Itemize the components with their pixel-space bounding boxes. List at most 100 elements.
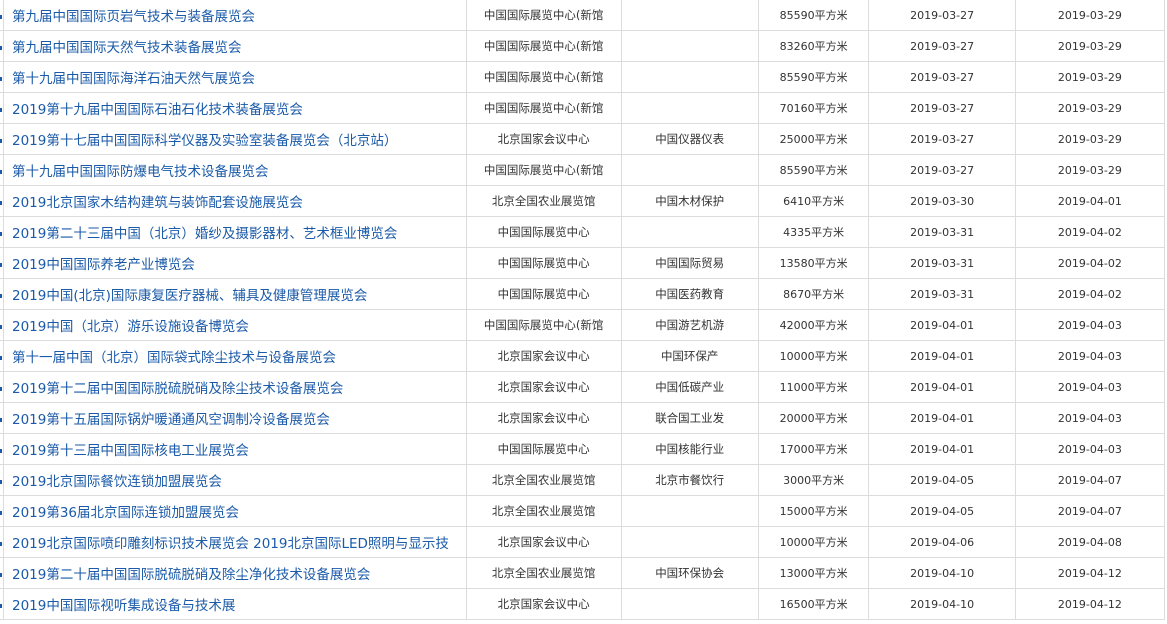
start-date-cell: 2019-04-01 [868,340,1016,372]
area-cell: 42000平方米 [757,309,870,341]
venue-cell: 中国国际展览中心 [465,247,622,279]
table-row: 第十九届中国国际防爆电气技术设备展览会 中国国际展览中心(新馆 85590平方米 20… [0,154,1166,186]
bullet-icon [0,139,3,143]
table-row: 第九届中国国际页岩气技术与装备展览会 中国国际展览中心(新馆 85590平方米 201… [0,0,1166,31]
venue-cell: 北京国家会议中心 [465,340,622,372]
exhibition-name-link[interactable]: 第十一届中国（北京）国际袋式除尘技术与设备展览会 [12,350,336,366]
exhibition-name-link[interactable]: 2019第二十三届中国（北京）婚纱及摄影器材、艺术框业博览会 [12,226,397,242]
bullet-icon [0,573,3,577]
end-date-cell: 2019-04-02 [1014,247,1166,279]
start-date-cell: 2019-03-27 [868,30,1016,62]
exhibition-name-link[interactable]: 2019中国（北京）游乐设施设备博览会 [12,319,249,335]
end-date-cell: 2019-03-29 [1014,154,1166,186]
exhibition-name-link[interactable]: 第九届中国国际天然气技术装备展览会 [12,40,242,56]
end-date-cell: 2019-03-29 [1014,123,1166,155]
organizer-cell [620,526,759,558]
exhibition-name-link[interactable]: 2019北京国际餐饮连锁加盟展览会 [12,474,222,490]
exhibition-name-cell: 2019第十七届中国国际科学仪器及实验室装备展览会（北京站） [2,123,467,155]
start-date-cell: 2019-04-01 [868,371,1016,403]
venue-cell: 中国国际展览中心 [465,278,622,310]
table-row: 2019第十二届中国国际脱硫脱硝及除尘技术设备展览会 北京国家会议中心 中国低碳产业… [0,371,1166,403]
venue-cell: 北京全国农业展览馆 [465,464,622,496]
exhibition-name-link[interactable]: 2019中国(北京)国际康复医疗器械、辅具及健康管理展览会 [12,288,367,304]
area-cell: 70160平方米 [757,92,870,124]
exhibition-table-body: 第九届中国国际页岩气技术与装备展览会 中国国际展览中心(新馆 85590平方米 201… [0,0,1166,620]
end-date-cell: 2019-03-29 [1014,92,1166,124]
organizer-cell: 中国木材保护 [620,185,759,217]
exhibition-name-link[interactable]: 2019第36届北京国际连锁加盟展览会 [12,505,239,521]
end-date-cell: 2019-04-08 [1014,526,1166,558]
start-date-cell: 2019-03-31 [868,247,1016,279]
organizer-cell: 中国环保协会 [620,557,759,589]
start-date-cell: 2019-03-27 [868,0,1016,31]
exhibition-name-cell: 2019第十二届中国国际脱硫脱硝及除尘技术设备展览会 [2,371,467,403]
end-date-cell: 2019-04-07 [1014,495,1166,527]
area-cell: 8670平方米 [757,278,870,310]
exhibition-name-cell: 第十一届中国（北京）国际袋式除尘技术与设备展览会 [2,340,467,372]
organizer-cell: 中国医药教育 [620,278,759,310]
end-date-cell: 2019-04-03 [1014,433,1166,465]
bullet-icon [0,511,3,515]
exhibition-table: 第九届中国国际页岩气技术与装备展览会 中国国际展览中心(新馆 85590平方米 201… [0,0,1166,620]
exhibition-name-link[interactable]: 第九届中国国际页岩气技术与装备展览会 [12,9,255,25]
end-date-cell: 2019-04-12 [1014,557,1166,589]
area-cell: 20000平方米 [757,402,870,434]
bullet-icon [0,77,3,81]
area-cell: 85590平方米 [757,0,870,31]
table-row: 第九届中国国际天然气技术装备展览会 中国国际展览中心(新馆 83260平方米 2019… [0,30,1166,62]
area-cell: 85590平方米 [757,154,870,186]
venue-cell: 中国国际展览中心(新馆 [465,92,622,124]
bullet-icon [0,480,3,484]
area-cell: 4335平方米 [757,216,870,248]
exhibition-name-cell: 第十九届中国国际海洋石油天然气展览会 [2,61,467,93]
organizer-cell [620,0,759,31]
exhibition-name-cell: 2019第十五届国际锅炉暖通通风空调制冷设备展览会 [2,402,467,434]
exhibition-name-cell: 第九届中国国际页岩气技术与装备展览会 [2,0,467,31]
exhibition-name-link[interactable]: 第十九届中国国际防爆电气技术设备展览会 [12,164,269,180]
end-date-cell: 2019-04-01 [1014,185,1166,217]
exhibition-name-link[interactable]: 2019第十二届中国国际脱硫脱硝及除尘技术设备展览会 [12,381,343,397]
table-row: 2019中国(北京)国际康复医疗器械、辅具及健康管理展览会 中国国际展览中心 中国医… [0,278,1166,310]
bullet-icon [0,356,3,360]
start-date-cell: 2019-03-27 [868,92,1016,124]
exhibition-name-link[interactable]: 2019第十九届中国国际石油石化技术装备展览会 [12,102,303,118]
exhibition-name-link[interactable]: 2019第十五届国际锅炉暖通通风空调制冷设备展览会 [12,412,330,428]
start-date-cell: 2019-04-01 [868,402,1016,434]
exhibition-name-cell: 2019第十九届中国国际石油石化技术装备展览会 [2,92,467,124]
exhibition-name-link[interactable]: 2019中国国际视听集成设备与技术展 [12,598,235,614]
exhibition-name-cell: 2019第二十三届中国（北京）婚纱及摄影器材、艺术框业博览会 [2,216,467,248]
organizer-cell [620,495,759,527]
exhibition-name-link[interactable]: 2019北京国家木结构建筑与装饰配套设施展览会 [12,195,303,211]
area-cell: 85590平方米 [757,61,870,93]
start-date-cell: 2019-04-06 [868,526,1016,558]
venue-cell: 北京国家会议中心 [465,526,622,558]
bullet-icon [0,325,3,329]
exhibition-name-link[interactable]: 第十九届中国国际海洋石油天然气展览会 [12,71,255,87]
bullet-icon [0,294,3,298]
table-row: 2019第十七届中国国际科学仪器及实验室装备展览会（北京站） 北京国家会议中心 中国… [0,123,1166,155]
exhibition-name-link[interactable]: 2019第十三届中国国际核电工业展览会 [12,443,249,459]
start-date-cell: 2019-04-05 [868,495,1016,527]
venue-cell: 中国国际展览中心(新馆 [465,154,622,186]
exhibition-name-link[interactable]: 2019北京国际喷印雕刻标识技术展览会 2019北京国际LED照明与显示技 [12,536,449,552]
table-row: 2019北京国际喷印雕刻标识技术展览会 2019北京国际LED照明与显示技 北京国… [0,526,1166,558]
bullet-icon [0,46,3,50]
exhibition-name-cell: 2019北京国家木结构建筑与装饰配套设施展览会 [2,185,467,217]
end-date-cell: 2019-04-02 [1014,216,1166,248]
start-date-cell: 2019-04-01 [868,309,1016,341]
start-date-cell: 2019-03-30 [868,185,1016,217]
bullet-icon [0,542,3,546]
venue-cell: 北京全国农业展览馆 [465,185,622,217]
exhibition-name-link[interactable]: 2019中国国际养老产业博览会 [12,257,195,273]
table-row: 第十一届中国（北京）国际袋式除尘技术与设备展览会 北京国家会议中心 中国环保产 100… [0,340,1166,372]
exhibition-name-link[interactable]: 2019第十七届中国国际科学仪器及实验室装备展览会（北京站） [12,133,397,149]
end-date-cell: 2019-04-03 [1014,402,1166,434]
venue-cell: 北京国家会议中心 [465,588,622,620]
exhibition-name-cell: 2019中国(北京)国际康复医疗器械、辅具及健康管理展览会 [2,278,467,310]
venue-cell: 中国国际展览中心(新馆 [465,309,622,341]
end-date-cell: 2019-04-12 [1014,588,1166,620]
venue-cell: 中国国际展览中心(新馆 [465,61,622,93]
organizer-cell: 北京市餐饮行 [620,464,759,496]
exhibition-name-link[interactable]: 2019第二十届中国国际脱硫脱硝及除尘净化技术设备展览会 [12,567,370,583]
bullet-icon [0,201,3,205]
